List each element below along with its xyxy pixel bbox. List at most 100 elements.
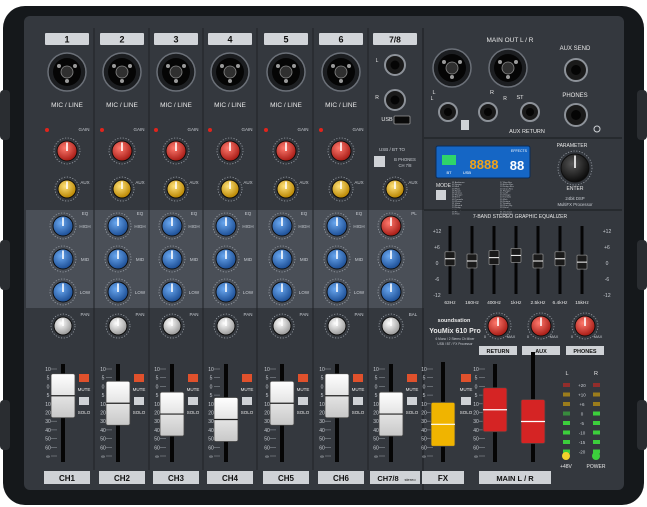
geq-scale-right: 0 [606,261,609,267]
main-out-r-xlr-pin [498,60,502,64]
mute-button[interactable] [188,374,198,382]
st-label: ST [516,95,524,101]
mic-line-combo-input-center [223,65,237,79]
main-out-r-label: R [490,90,494,96]
mute-button[interactable] [79,374,89,382]
solo-button[interactable] [79,397,89,405]
geq-scale-right: +6 [604,245,610,251]
eq-mid-label: MID [300,257,309,262]
fader-scale-label: 0 [321,384,324,390]
mic-line-combo-input[interactable] [156,52,196,92]
main-fader-scale-label: 5 [475,376,478,382]
effect-item: 16 Pitch [452,213,461,216]
fx-fader-scale-label: 50 [421,437,427,443]
mute-button[interactable] [353,374,363,382]
mic-line-combo-input[interactable] [102,52,142,92]
solo-button[interactable] [353,397,363,405]
geq-band-label: 1kHz [511,300,523,306]
fader-scale-label: 10 [100,367,106,373]
channel-label: CH6 [333,474,350,483]
gain-label: GAIN [352,127,363,132]
aux-label: AUX [189,180,198,185]
st-return-jack-3[interactable] [520,102,540,122]
st-return-jack-1[interactable] [438,102,458,122]
fader-scale-label: 10 [45,367,51,373]
fx-fader-scale-label: 5 [423,376,426,382]
st-r-label: R [503,96,507,102]
main-out-l-xlr-pin [442,60,446,64]
mic-line-combo-input-pin [284,79,288,83]
mute-button[interactable] [242,374,252,382]
fader-scale-label: 20 [208,411,214,417]
stereo-mute-button[interactable] [407,374,417,382]
mic-line-combo-input[interactable] [210,52,250,92]
fader-scale-label: 0 [47,384,50,390]
main-out-label: MAIN OUT L / R [487,37,534,44]
display-badge: EFFECTS [511,149,528,153]
meter-led-r [593,411,600,416]
mic-line-combo-input-pin [174,79,178,83]
meter-led-l [563,411,570,416]
aux-send-jack[interactable] [564,58,588,82]
fader-scale-label: ∞ [209,454,213,460]
meter-scale-label: +10 [578,393,586,398]
fader-scale-label: 20 [100,411,106,417]
main-fader-scale-label: 10 [473,367,479,373]
geq-band-label: 160Hz [465,300,479,306]
mic-line-combo-input-pin [276,64,280,68]
mute-button[interactable] [298,374,308,382]
stereo-input-l-jack-hole [390,60,400,70]
fader-scale-label: 30 [264,419,270,425]
fader-scale-label: ∞ [320,454,324,460]
mode-button[interactable] [436,190,446,200]
stereo-input-r-jack[interactable] [384,89,406,111]
mic-line-combo-input[interactable] [321,52,361,92]
display-usb: USB [463,170,472,175]
meter-scale-label: -15 [579,440,586,445]
mic-line-combo-input[interactable] [47,52,87,92]
stereo-input-l-jack[interactable] [384,54,406,76]
usb-bt-switch[interactable] [374,156,385,167]
fader-scale-label: 5 [156,376,159,382]
stereo-label: CH7/8 [377,474,398,483]
geq-scale-left: 0 [436,261,439,267]
solo-button[interactable] [242,397,252,405]
solo-button[interactable] [134,397,144,405]
power-led [592,452,600,460]
solo-button[interactable] [298,397,308,405]
fader-scale-label: 50 [208,437,214,443]
fader-scale-label: 10 [208,367,214,373]
main-out-r-xlr[interactable] [488,48,528,88]
fader-scale-label: 0 [156,384,159,390]
fx-mute-button[interactable] [461,374,471,382]
channel-number: 1 [64,35,69,45]
stereo-solo-button[interactable] [407,397,417,405]
main-fader-scale-label: 5 [475,393,478,399]
fx-solo-button[interactable] [461,397,471,405]
solo-button[interactable] [188,397,198,405]
mic-line-combo-input-center [334,65,348,79]
phones-jack[interactable] [564,103,588,127]
mic-line-combo-input[interactable] [266,52,306,92]
usb-port[interactable] [393,115,411,125]
st-return-button[interactable] [461,120,469,130]
fader-scale-label: 20 [319,411,325,417]
mute-button[interactable] [134,374,144,382]
mic-line-combo-input-pin [120,79,124,83]
st-return-jack-2[interactable] [478,102,498,122]
mic-line-combo-input-pin [220,64,224,68]
stereo-fader-scale-label: 50 [373,437,379,443]
display-preset: 88 [510,158,524,173]
main-out-l-xlr-center [445,61,459,75]
meter-led-r [593,383,600,387]
fader-scale-label: ∞ [155,454,159,460]
fader-scale-label: 30 [208,419,214,425]
gain-label: GAIN [78,127,89,132]
fx-fader-scale-label: 40 [421,428,427,434]
power-label: POWER [587,464,606,470]
fader-scale-label: 30 [154,419,160,425]
geq-scale-left: -6 [435,277,440,283]
main-out-l-xlr[interactable] [432,48,472,88]
meter-scale-label: +6 [579,402,585,407]
eq-label: EQ [82,211,89,216]
